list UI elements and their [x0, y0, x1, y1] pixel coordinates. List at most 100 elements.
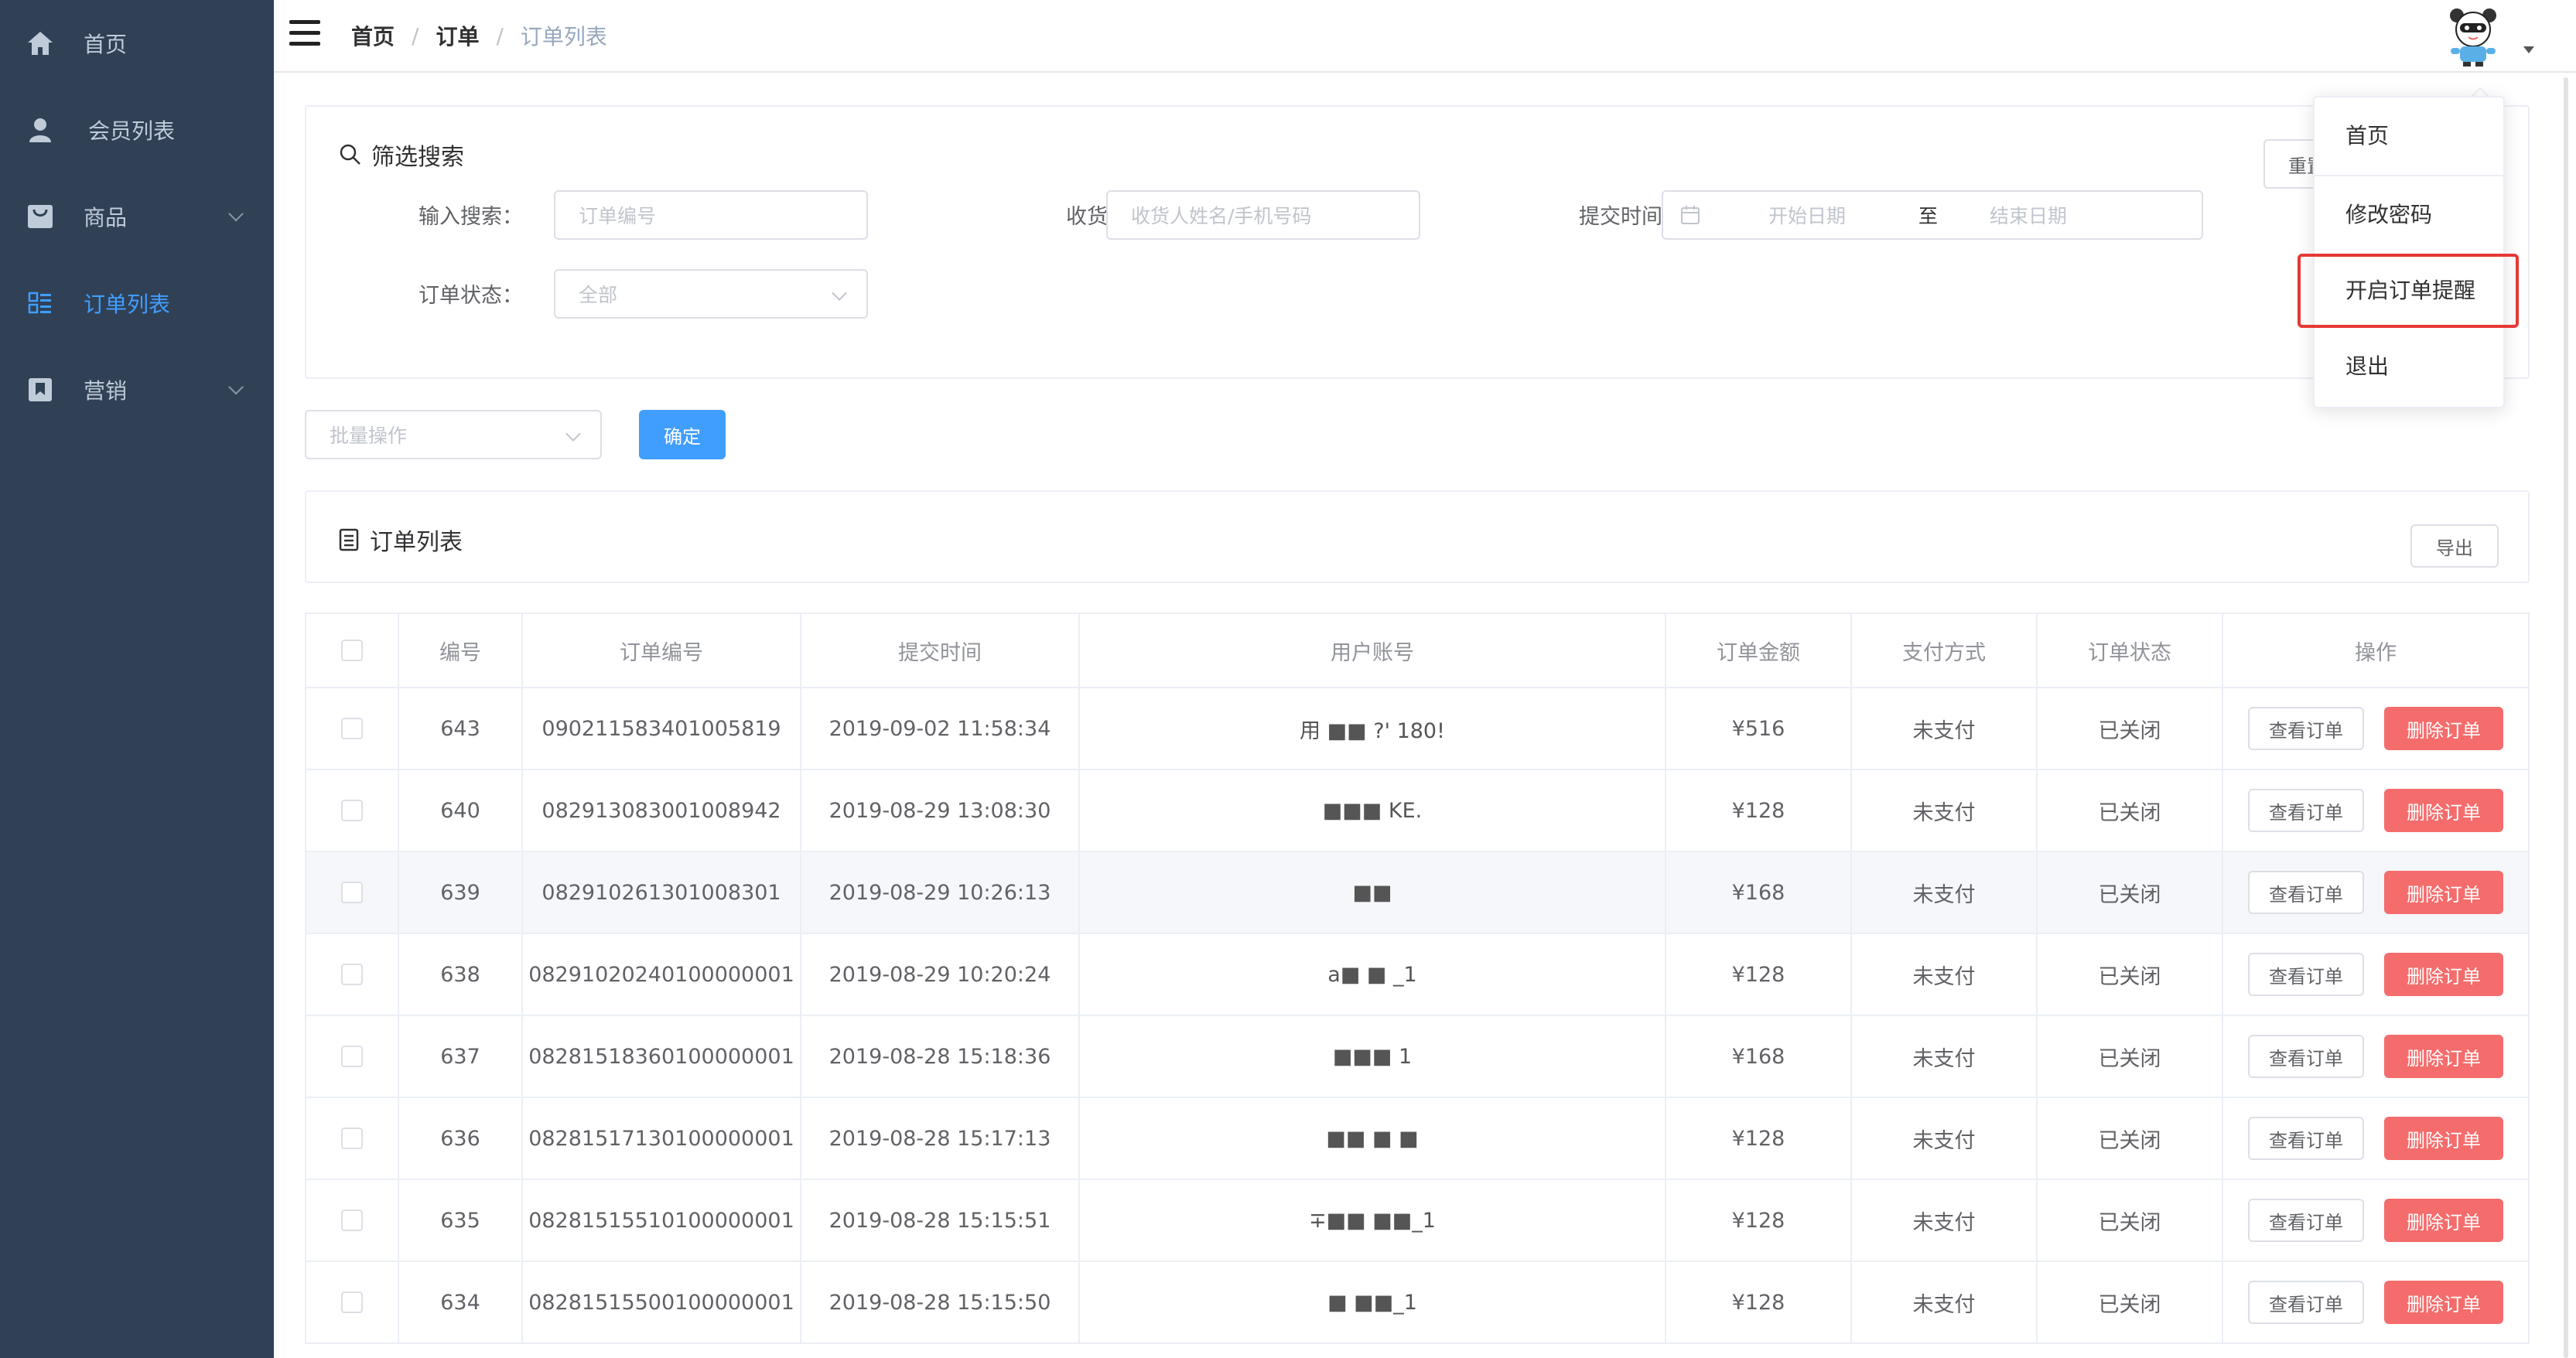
submit-time-label: 提交时间：: [1579, 205, 1683, 229]
order-number: 08281515510100000001: [523, 1180, 801, 1261]
page-scrollbar[interactable]: [2564, 77, 2568, 1358]
order-number-placeholder: 订单编号: [579, 205, 657, 227]
order-id: 637: [399, 1016, 523, 1097]
view-order-button[interactable]: 查看订单: [2248, 1117, 2364, 1160]
view-order-button[interactable]: 查看订单: [2248, 953, 2364, 996]
payment-method: 未支付: [1852, 688, 2038, 769]
user-icon: [25, 114, 56, 145]
column-header: 订单状态: [2038, 614, 2223, 687]
column-header: 订单编号: [523, 614, 801, 687]
order-table: 编号 订单编号 提交时间 用户账号 订单金额 支付方式 订单状态 操作 643 0…: [305, 612, 2530, 1344]
view-order-button[interactable]: 查看订单: [2248, 1281, 2364, 1324]
row-checkbox[interactable]: [341, 1128, 363, 1149]
receiver-input[interactable]: 收货人姓名/手机号码: [1106, 190, 1420, 240]
table-row: 636 08281517130100000001 2019-08-28 15:17:…: [306, 1098, 2530, 1180]
avatar[interactable]: [2440, 5, 2506, 67]
row-checkbox[interactable]: [341, 1210, 363, 1231]
delete-order-button[interactable]: 删除订单: [2384, 789, 2503, 832]
payment-method: 未支付: [1852, 1098, 2038, 1179]
breadcrumb-home[interactable]: 首页: [351, 20, 395, 51]
column-header: 操作: [2223, 614, 2530, 687]
top-navbar: 首页 / 订单 / 订单列表: [274, 0, 2576, 73]
hamburger-menu-icon[interactable]: [289, 20, 320, 46]
table-row: 634 08281515500100000001 2019-08-28 15:15:…: [306, 1262, 2530, 1344]
order-id: 638: [399, 934, 523, 1015]
chevron-down-icon: [228, 206, 244, 222]
row-checkbox[interactable]: [341, 800, 363, 821]
user-account: ■■■ 1: [1080, 1016, 1666, 1097]
table-row: 638 08291020240100000001 2019-08-29 10:20:…: [306, 934, 2530, 1016]
highlight-box: [2298, 254, 2519, 328]
order-status: 已关闭: [2038, 852, 2223, 933]
date-range-picker[interactable]: 开始日期 至 结束日期: [1662, 190, 2203, 240]
order-status: 已关闭: [2038, 770, 2223, 851]
table-row: 643 090211583401005819 2019-09-02 11:58:34…: [306, 688, 2530, 770]
row-checkbox[interactable]: [341, 1291, 363, 1313]
sidebar-item-products[interactable]: 商品: [0, 173, 274, 260]
row-checkbox[interactable]: [341, 1046, 363, 1067]
table-row: 640 082913083001008942 2019-08-29 13:08:30…: [306, 770, 2530, 852]
view-order-button[interactable]: 查看订单: [2248, 707, 2364, 750]
view-order-button[interactable]: 查看订单: [2248, 789, 2364, 832]
chevron-down-icon: [228, 379, 244, 395]
menu-item-logout[interactable]: 退出: [2315, 328, 2503, 402]
order-amount: ¥168: [1666, 1016, 1852, 1097]
confirm-button[interactable]: 确定: [639, 410, 726, 459]
order-amount: ¥128: [1666, 1180, 1852, 1261]
user-account: ∓■■ ■■_1: [1080, 1180, 1666, 1261]
row-checkbox[interactable]: [341, 718, 363, 739]
order-number: 082910261301008301: [523, 852, 801, 933]
order-number-input[interactable]: 订单编号: [554, 190, 868, 240]
table-body: 643 090211583401005819 2019-09-02 11:58:34…: [306, 688, 2530, 1344]
order-status-placeholder: 全部: [579, 284, 618, 306]
submit-time: 2019-08-28 15:15:51: [801, 1180, 1080, 1261]
view-order-button[interactable]: 查看订单: [2248, 1199, 2364, 1242]
sidebar-item-marketing[interactable]: 营销: [0, 346, 274, 433]
sidebar-item-members[interactable]: 会员列表: [0, 87, 274, 173]
export-button[interactable]: 导出: [2410, 524, 2499, 568]
select-all-checkbox[interactable]: [341, 640, 363, 661]
delete-order-button[interactable]: 删除订单: [2384, 707, 2503, 750]
menu-item-change-password[interactable]: 修改密码: [2315, 176, 2503, 251]
user-dropdown-menu: 首页 修改密码 开启订单提醒 退出: [2313, 96, 2505, 408]
delete-order-button[interactable]: 删除订单: [2384, 1117, 2503, 1160]
order-status-select[interactable]: 全部: [554, 269, 868, 319]
table-header-row: 编号 订单编号 提交时间 用户账号 订单金额 支付方式 订单状态 操作: [306, 614, 2530, 688]
start-date-placeholder: 开始日期: [1768, 205, 1847, 227]
order-amount: ¥128: [1666, 770, 1852, 851]
order-status-label: 订单状态：: [419, 284, 523, 308]
caret-down-icon[interactable]: [2523, 46, 2534, 53]
breadcrumb-order[interactable]: 订单: [436, 20, 479, 51]
chevron-down-icon: [832, 285, 847, 301]
chevron-down-icon: [565, 426, 581, 442]
payment-method: 未支付: [1852, 1262, 2038, 1343]
view-order-button[interactable]: 查看订单: [2248, 871, 2364, 914]
sidebar-item-label: 营销: [84, 378, 128, 404]
sidebar-item-label: 订单列表: [84, 292, 171, 317]
order-number: 082913083001008942: [523, 770, 801, 851]
delete-order-button[interactable]: 删除订单: [2384, 871, 2503, 914]
row-checkbox[interactable]: [341, 882, 363, 903]
delete-order-button[interactable]: 删除订单: [2384, 1199, 2503, 1242]
menu-item-home[interactable]: 首页: [2315, 97, 2503, 172]
view-order-button[interactable]: 查看订单: [2248, 1035, 2364, 1078]
sidebar-item-orders[interactable]: 订单列表: [0, 260, 274, 346]
document-icon: [339, 528, 359, 551]
delete-order-button[interactable]: 删除订单: [2384, 953, 2503, 996]
order-number: 08291020240100000001: [523, 934, 801, 1015]
delete-order-button[interactable]: 删除订单: [2384, 1281, 2503, 1324]
batch-operation-select[interactable]: 批量操作: [305, 410, 602, 459]
sidebar-item-label: 首页: [84, 32, 128, 57]
home-icon: [25, 28, 56, 59]
order-list-title: 订单列表: [370, 529, 463, 556]
sidebar-item-home[interactable]: 首页: [0, 0, 274, 87]
order-status: 已关闭: [2038, 1098, 2223, 1179]
row-checkbox[interactable]: [341, 964, 363, 985]
payment-method: 未支付: [1852, 934, 2038, 1015]
submit-time: 2019-08-29 10:26:13: [801, 852, 1080, 933]
order-status: 已关闭: [2038, 688, 2223, 769]
submit-time: 2019-08-28 15:17:13: [801, 1098, 1080, 1179]
submit-time: 2019-09-02 11:58:34: [801, 688, 1080, 769]
sidebar-item-label: 商品: [84, 205, 128, 230]
delete-order-button[interactable]: 删除订单: [2384, 1035, 2503, 1078]
